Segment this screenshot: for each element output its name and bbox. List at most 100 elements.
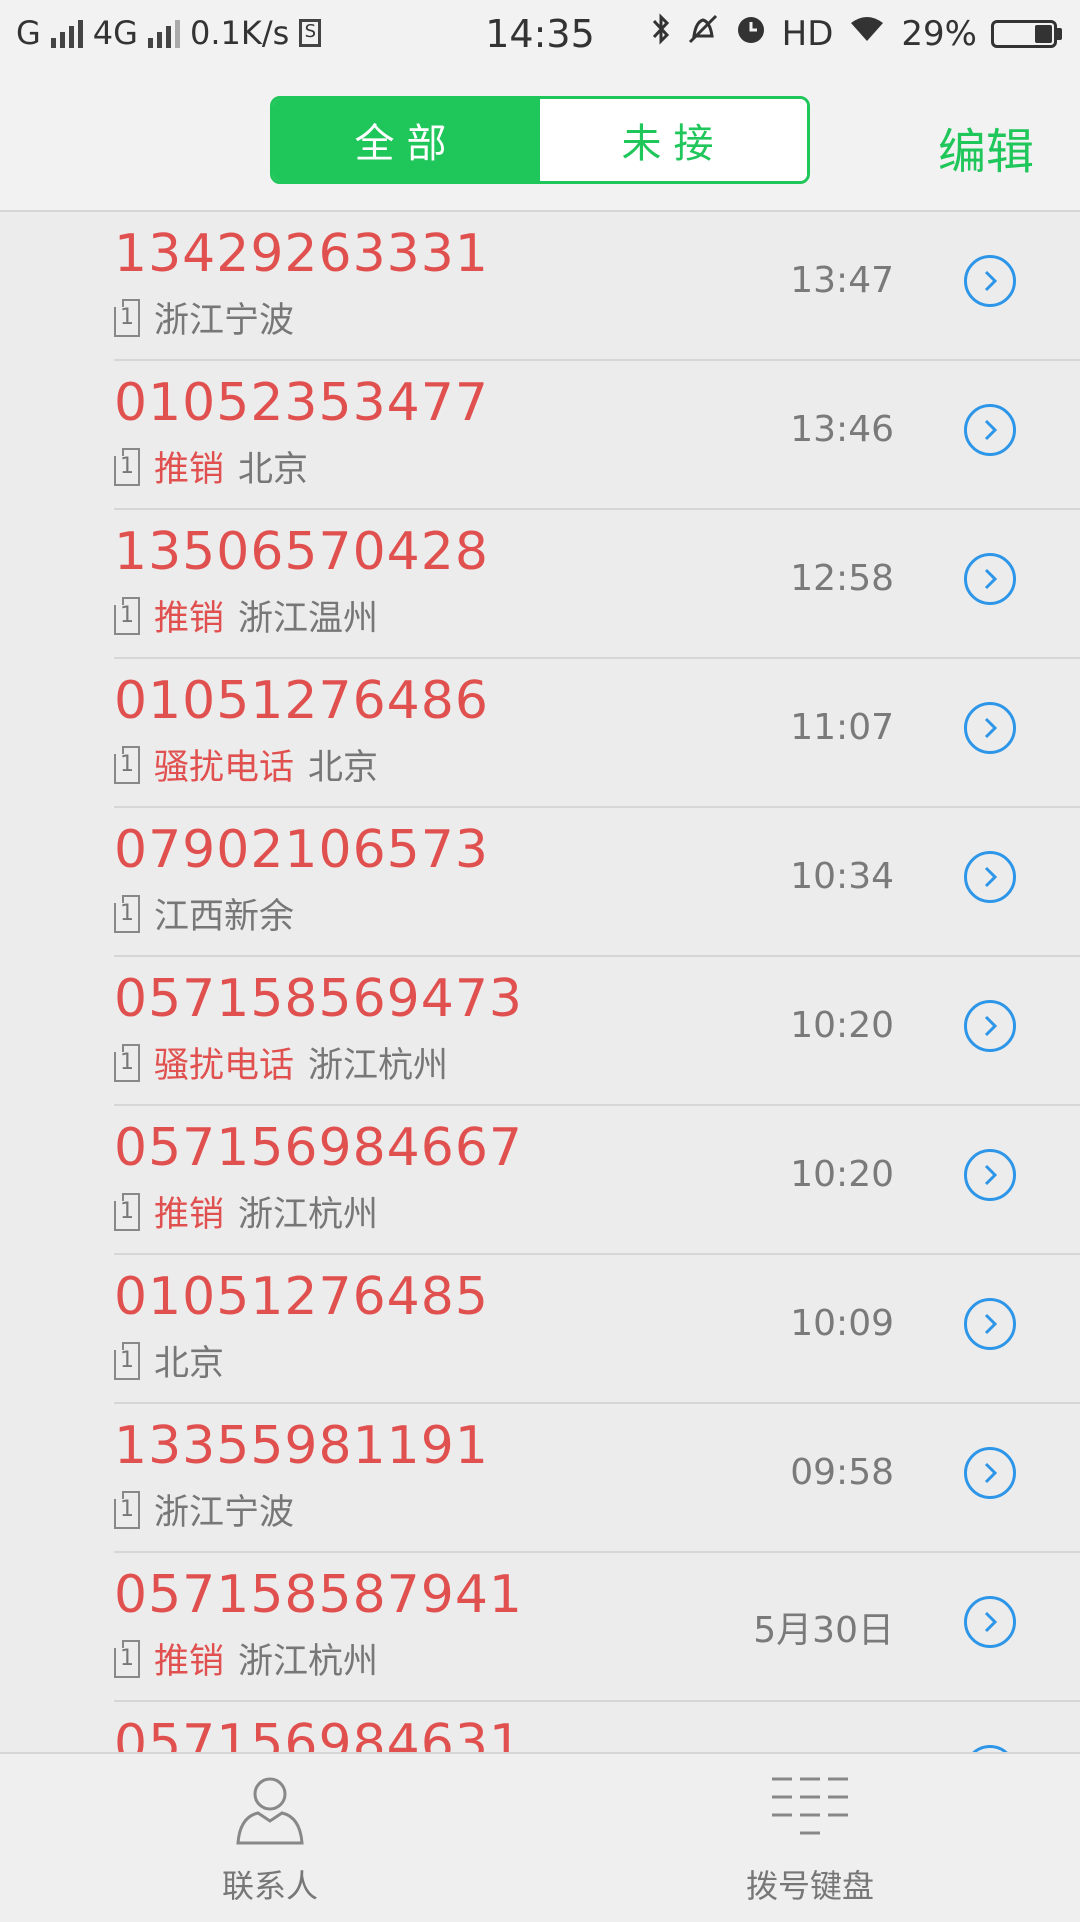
call-log-row[interactable]: 057156984631 1: [114, 1702, 1080, 1752]
phone-number: 01051276486: [114, 671, 489, 731]
dialpad-icon: [770, 1769, 850, 1853]
call-meta: 1 推销 北京: [114, 441, 308, 492]
location-label: 浙江温州: [238, 599, 379, 639]
call-meta: 1 推销 浙江温州: [114, 590, 378, 641]
call-log-row[interactable]: 01051276485 1 北京 10:09: [114, 1255, 1080, 1404]
hd-label: HD: [781, 13, 834, 54]
info-icon[interactable]: [964, 553, 1016, 605]
battery-percent: 29%: [901, 13, 977, 54]
call-log-row[interactable]: 057156984667 1 推销 浙江杭州 10:20: [114, 1106, 1080, 1255]
info-icon[interactable]: [964, 1596, 1016, 1648]
mute-icon: [686, 12, 720, 55]
call-meta: 1 推销 浙江杭州: [114, 1633, 378, 1684]
call-time: 13:47: [790, 260, 894, 301]
sim-card-icon: 1: [114, 596, 140, 635]
info-icon[interactable]: [964, 404, 1016, 456]
call-log-row[interactable]: 13506570428 1 推销 浙江温州 12:58: [114, 510, 1080, 659]
info-icon[interactable]: [964, 1745, 1016, 1752]
call-log-row[interactable]: 01051276486 1 骚扰电话 北京 11:07: [114, 659, 1080, 808]
nav-dialpad[interactable]: 拨号键盘: [540, 1754, 1080, 1922]
info-icon[interactable]: [964, 1447, 1016, 1499]
location-label: 浙江杭州: [238, 1195, 379, 1235]
status-bar: G 4G 0.1K/s S 14:35 HD 29%: [0, 0, 1080, 74]
contacts-icon: [230, 1769, 310, 1853]
phone-number: 07902106573: [114, 820, 489, 880]
phone-number: 057158569473: [114, 969, 524, 1029]
sim-card-icon: 1: [114, 1341, 140, 1380]
call-meta: 1 北京: [114, 1335, 224, 1386]
battery-icon: [991, 19, 1062, 48]
location-label: 浙江宁波: [154, 301, 295, 341]
phone-number: 13355981191: [114, 1416, 489, 1476]
call-time: 09:58: [790, 1452, 894, 1493]
info-icon[interactable]: [964, 851, 1016, 903]
call-meta: 1 骚扰电话 北京: [114, 739, 378, 790]
info-icon[interactable]: [964, 702, 1016, 754]
wifi-icon: [847, 13, 887, 54]
phone-number: 057156984667: [114, 1118, 524, 1178]
phone-number: 057158587941: [114, 1565, 524, 1625]
location-label: 北京: [308, 748, 379, 788]
bluetooth-icon: [650, 12, 672, 55]
location-label: 北京: [154, 1344, 225, 1384]
call-meta: 1 推销 浙江杭州: [114, 1186, 378, 1237]
location-label: 浙江宁波: [154, 1493, 295, 1533]
call-time: 11:07: [790, 707, 894, 748]
nav-contacts[interactable]: 联系人: [0, 1754, 540, 1922]
call-log-list: 13429263331 1 浙江宁波 13:47 01052353477 1 推…: [0, 212, 1080, 1752]
info-icon[interactable]: [964, 255, 1016, 307]
nav-contacts-label: 联系人: [221, 1867, 318, 1905]
call-time: 13:46: [790, 409, 894, 450]
call-time: 10:09: [790, 1303, 894, 1344]
location-label: 北京: [238, 450, 309, 490]
location-label: 浙江杭州: [308, 1046, 449, 1086]
header: 全部 未接 编辑: [0, 74, 1080, 212]
tag-label: 推销: [154, 1195, 225, 1235]
phone-number: 01051276485: [114, 1267, 489, 1327]
call-meta: 1 骚扰电话 浙江杭州: [114, 1037, 448, 1088]
call-log-row[interactable]: 057158569473 1 骚扰电话 浙江杭州 10:20: [114, 957, 1080, 1106]
tag-label: 推销: [154, 599, 225, 639]
phone-number: 13506570428: [114, 522, 489, 582]
call-log-row[interactable]: 13429263331 1 浙江宁波 13:47: [114, 212, 1080, 361]
location-label: 浙江杭州: [238, 1642, 379, 1682]
call-time: 10:20: [790, 1005, 894, 1046]
tab-missed[interactable]: 未接: [540, 99, 807, 181]
segmented-control: 全部 未接: [270, 96, 810, 184]
call-time: 5月30日: [753, 1610, 894, 1651]
info-icon[interactable]: [964, 1298, 1016, 1350]
call-meta: 1 浙江宁波: [114, 1484, 294, 1535]
info-icon[interactable]: [964, 1149, 1016, 1201]
tab-all[interactable]: 全部: [273, 99, 540, 181]
sim-card-icon: 1: [114, 1639, 140, 1678]
call-meta: 1 浙江宁波: [114, 292, 294, 343]
call-time: 12:58: [790, 558, 894, 599]
phone-number: 01052353477: [114, 373, 489, 433]
phone-number: 13429263331: [114, 224, 489, 284]
sim-card-icon: 1: [114, 745, 140, 784]
call-log-row[interactable]: 01052353477 1 推销 北京 13:46: [114, 361, 1080, 510]
call-meta: 1 江西新余: [114, 888, 294, 939]
tag-label: 推销: [154, 1642, 225, 1682]
sim-card-icon: 1: [114, 1043, 140, 1082]
sim-card-icon: 1: [114, 1490, 140, 1529]
call-log-row[interactable]: 057158587941 1 推销 浙江杭州 5月30日: [114, 1553, 1080, 1702]
tag-label: 骚扰电话: [154, 1046, 295, 1086]
alarm-icon: [734, 12, 768, 55]
edit-button[interactable]: 编辑: [938, 112, 1034, 182]
tag-label: 推销: [154, 450, 225, 490]
call-log-row[interactable]: 07902106573 1 江西新余 10:34: [114, 808, 1080, 957]
call-log-row[interactable]: 13355981191 1 浙江宁波 09:58: [114, 1404, 1080, 1553]
nav-dialpad-label: 拨号键盘: [745, 1867, 874, 1905]
sim-card-icon: 1: [114, 894, 140, 933]
phone-number: 057156984631: [114, 1714, 524, 1752]
call-time: 10:20: [790, 1154, 894, 1195]
sim-card-icon: 1: [114, 298, 140, 337]
bottom-nav: 联系人 拨号键盘: [0, 1752, 1080, 1922]
status-right: HD 29%: [650, 12, 1062, 55]
location-label: 江西新余: [154, 897, 295, 937]
tag-label: 骚扰电话: [154, 748, 295, 788]
sim-card-icon: 1: [114, 1192, 140, 1231]
call-time: 10:34: [790, 856, 894, 897]
info-icon[interactable]: [964, 1000, 1016, 1052]
